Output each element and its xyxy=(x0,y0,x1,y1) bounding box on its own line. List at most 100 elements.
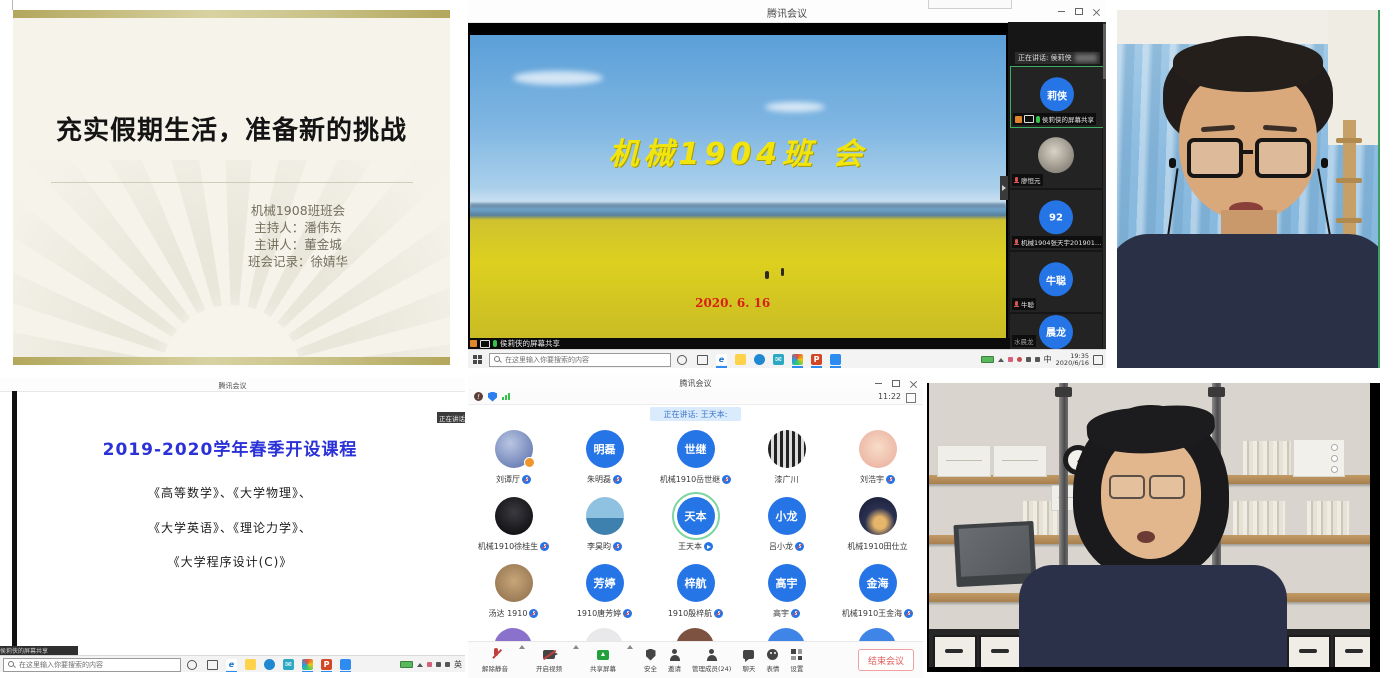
mail-icon[interactable]: ✉ xyxy=(773,354,784,365)
participant-avatar: 金海 xyxy=(859,564,897,602)
window-titlebar[interactable]: 腾讯会议 xyxy=(468,375,923,390)
start-button-icon[interactable] xyxy=(473,355,483,365)
file-explorer-icon[interactable] xyxy=(735,354,746,365)
end-meeting-button[interactable]: 结束会议 xyxy=(858,649,914,671)
ime-indicator[interactable]: 英 xyxy=(454,659,462,670)
mic-tray-icon[interactable] xyxy=(436,662,441,667)
participant-avatar: 小龙 xyxy=(768,497,806,535)
tencent-meeting-icon[interactable] xyxy=(340,659,351,670)
chat-button[interactable]: 聊天 xyxy=(742,648,755,673)
mic-options-icon[interactable] xyxy=(519,645,525,649)
photos-icon[interactable] xyxy=(792,354,803,365)
close-icon[interactable] xyxy=(910,380,917,387)
participant-tile[interactable]: 李昊昀 xyxy=(559,497,650,563)
sidebar-expand-handle[interactable] xyxy=(1000,176,1008,200)
fullscreen-icon[interactable] xyxy=(906,393,916,403)
participant-tile[interactable]: 金海 机械1910王金海 xyxy=(832,564,923,630)
video-tile[interactable]: 牛聪 牛聪 xyxy=(1010,252,1102,312)
tencent-meeting-icon[interactable] xyxy=(830,354,841,365)
participant-tile[interactable]: 机械1910徐桂生 xyxy=(468,497,559,563)
mic-off-icon xyxy=(540,542,549,551)
maximize-icon[interactable] xyxy=(892,380,900,387)
powerpoint-icon[interactable]: P xyxy=(321,659,332,670)
close-icon[interactable] xyxy=(1093,8,1100,15)
drawer-unit xyxy=(1293,439,1345,477)
clock-app-icon[interactable] xyxy=(264,659,275,670)
taskbar-search-input[interactable]: 在这里输入你要搜索的内容 xyxy=(489,353,671,367)
mic-off-icon xyxy=(623,609,632,618)
cortana-icon[interactable] xyxy=(187,660,197,670)
video-tile[interactable]: 莉侠 侯莉侠的屏幕共享 xyxy=(1010,66,1104,128)
participant-tile[interactable]: 芳婷 1910唐芳婷 xyxy=(559,564,650,630)
share-options-icon[interactable] xyxy=(627,645,633,649)
avatar xyxy=(1038,137,1074,173)
task-view-icon[interactable] xyxy=(207,660,218,670)
powerpoint-icon[interactable]: P xyxy=(811,354,822,365)
tray-app-icon[interactable] xyxy=(1017,357,1022,362)
manage-members-button[interactable]: 管理成员(24) xyxy=(692,648,731,673)
video-tile[interactable]: 廖恒元 xyxy=(1010,128,1102,188)
participant-name: 王天本 xyxy=(678,541,702,552)
participant-tile[interactable]: 梓航 1910殷梓航 xyxy=(650,564,741,630)
security-button[interactable]: 安全 xyxy=(644,648,657,673)
window-titlebar[interactable]: 腾讯会议 xyxy=(0,378,465,392)
participants-sidebar: 正在讲话: 侯莉侠 莉侠 侯莉侠的屏幕共享 廖恒元 92 xyxy=(1008,22,1106,349)
participant-name: 机械1910徐桂生 xyxy=(478,541,538,552)
participant-avatar xyxy=(586,497,624,535)
slide-top-bar xyxy=(13,10,450,18)
action-center-icon[interactable] xyxy=(1093,355,1103,365)
file-explorer-icon[interactable] xyxy=(245,659,256,670)
share-screen-button[interactable]: 共享屏幕 xyxy=(590,648,616,673)
clock-app-icon[interactable] xyxy=(754,354,765,365)
taskbar-search-input[interactable]: 在这里输入你要搜索的内容 xyxy=(3,658,181,672)
books xyxy=(1243,441,1291,475)
video-options-icon[interactable] xyxy=(573,645,579,649)
mail-icon[interactable]: ✉ xyxy=(283,659,294,670)
shared-screen-edge xyxy=(12,391,17,648)
photos-icon[interactable] xyxy=(302,659,313,670)
maximize-icon[interactable] xyxy=(1075,8,1083,15)
info-icon[interactable]: ! xyxy=(474,392,483,401)
mic-tray-icon[interactable] xyxy=(1026,357,1031,362)
ime-indicator[interactable]: 中 xyxy=(1044,354,1052,365)
tray-expand-icon[interactable] xyxy=(998,358,1004,362)
video-tile[interactable]: 晨龙 水晨龙 xyxy=(1010,314,1102,349)
tray-expand-icon[interactable] xyxy=(417,663,423,667)
invite-button[interactable]: 邀请 xyxy=(668,648,681,673)
tray-app-icon[interactable] xyxy=(1008,357,1013,362)
settings-button[interactable]: 设置 xyxy=(790,648,803,673)
network-signal-icon xyxy=(502,393,510,400)
edge-icon[interactable]: e xyxy=(716,354,727,365)
minimize-icon[interactable] xyxy=(875,383,882,384)
emoji-button[interactable]: 表情 xyxy=(766,648,779,673)
participant-tile[interactable]: 明磊 朱明磊 xyxy=(559,430,650,496)
cortana-icon[interactable] xyxy=(677,355,687,365)
edge-icon[interactable]: e xyxy=(226,659,237,670)
participant-tile[interactable]: 机械1910田仕立 xyxy=(832,497,923,563)
participant-tile[interactable]: 高宇 高宇 xyxy=(741,564,832,630)
participant-tile[interactable]: 汤达 1910 xyxy=(468,564,559,630)
volume-icon[interactable] xyxy=(1035,357,1040,362)
tray-app-icon[interactable] xyxy=(427,662,432,667)
task-view-icon[interactable] xyxy=(697,355,708,365)
video-tile[interactable]: 92 机械1904张天宇201901… xyxy=(1010,190,1102,250)
tencent-meeting-window-gallery: 腾讯会议 ! 11:22 正在讲话: 王天本: 刘谭厅 xyxy=(468,375,923,678)
mic-off-icon xyxy=(795,542,804,551)
participant-tile[interactable]: 刘浩宇 xyxy=(832,430,923,496)
meeting-duration: 11:22 xyxy=(878,392,901,401)
participant-name: 机械1910岳世继 xyxy=(660,474,720,485)
course-line: 《高等数学》、《大学物理》、 xyxy=(20,484,440,501)
unmute-button[interactable]: 解除静音 xyxy=(482,648,508,673)
volume-icon[interactable] xyxy=(445,662,450,667)
participant-tile[interactable]: 漆广川 xyxy=(741,430,832,496)
participant-tile[interactable]: 小龙 吕小龙 xyxy=(741,497,832,563)
participant-tile[interactable]: 世继 机械1910岳世继 xyxy=(650,430,741,496)
taskbar-clock[interactable]: 19:35 2020/6/16 xyxy=(1056,353,1089,367)
sidebar-scrollbar[interactable] xyxy=(1103,22,1106,349)
participant-tile-speaking[interactable]: 天本 王天本 xyxy=(650,497,741,563)
minimize-icon[interactable] xyxy=(1058,11,1065,12)
start-video-button[interactable]: 开启视频 xyxy=(536,648,562,673)
mic-off-icon xyxy=(886,475,895,484)
participant-tile[interactable]: 刘谭厅 xyxy=(468,430,559,496)
security-shield-icon[interactable] xyxy=(488,392,497,402)
